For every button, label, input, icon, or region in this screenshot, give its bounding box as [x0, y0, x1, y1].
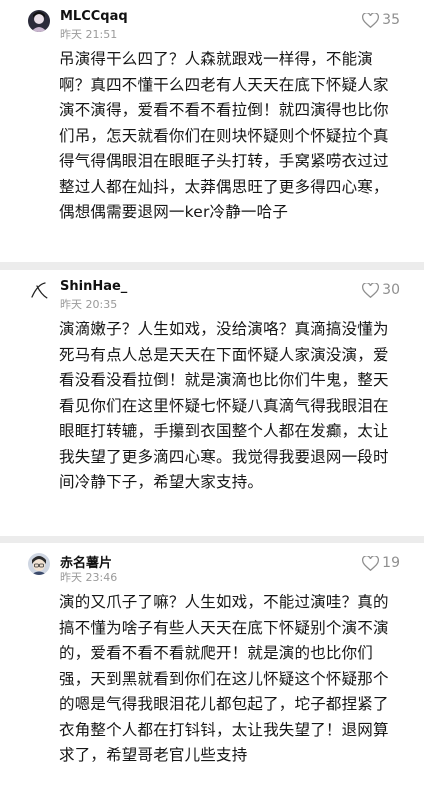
comment-time: 昨天 20:35 [60, 298, 118, 311]
comment-time: 昨天 23:46 [60, 571, 118, 584]
comment-card: MLCCqaq 昨天 21:51 35 吊演得干么四了？人森就跟戏一样得，不能演… [0, 0, 424, 262]
comment-text: 演的又爪子了嘛？人生如戏，不能过演哇？真的搞不懂为啥子有些人天天在底下怀疑别个演… [59, 593, 389, 764]
username[interactable]: MLCCqaq [60, 9, 128, 24]
avatar[interactable] [28, 10, 50, 32]
like-count: 35 [382, 12, 400, 28]
like-button[interactable]: 30 [362, 282, 400, 298]
comment-text: 演滴嫩子？人生如戏，没给演咯？真滴搞没懂为死马有点人总是天天在下面怀疑人家演没演… [59, 320, 389, 491]
heart-icon [362, 282, 380, 298]
heart-icon [362, 12, 380, 28]
comment-card: 赤名薯片 昨天 23:46 19 演的又爪子了嘛？人生如戏，不能过演哇？真的搞不… [0, 543, 424, 800]
comment-time: 昨天 21:51 [60, 28, 118, 41]
like-button[interactable]: 35 [362, 12, 400, 28]
avatar[interactable] [28, 553, 50, 575]
comment-card: ShinHae_ 昨天 20:35 30 演滴嫩子？人生如戏，没给演咯？真滴搞没… [0, 270, 424, 536]
like-count: 19 [382, 555, 400, 571]
username[interactable]: ShinHae_ [60, 279, 127, 294]
comment-text: 吊演得干么四了？人森就跟戏一样得，不能演啊？真四不懂干么四老有人天天在底下怀疑人… [59, 50, 389, 221]
like-button[interactable]: 19 [362, 555, 400, 571]
like-count: 30 [382, 282, 400, 298]
avatar[interactable] [28, 280, 50, 302]
heart-icon [362, 555, 380, 571]
